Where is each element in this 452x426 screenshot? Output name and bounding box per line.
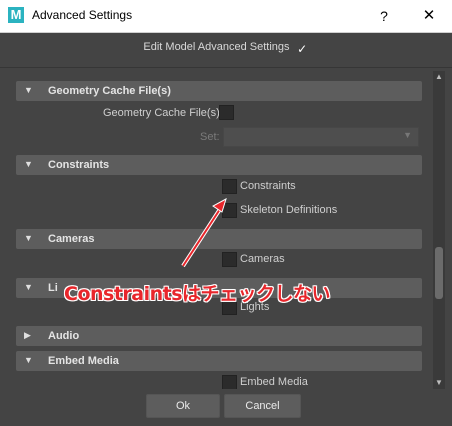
annotation-arrow	[181, 197, 227, 268]
annotation-text: Constraintsはチェックしない	[64, 283, 331, 305]
